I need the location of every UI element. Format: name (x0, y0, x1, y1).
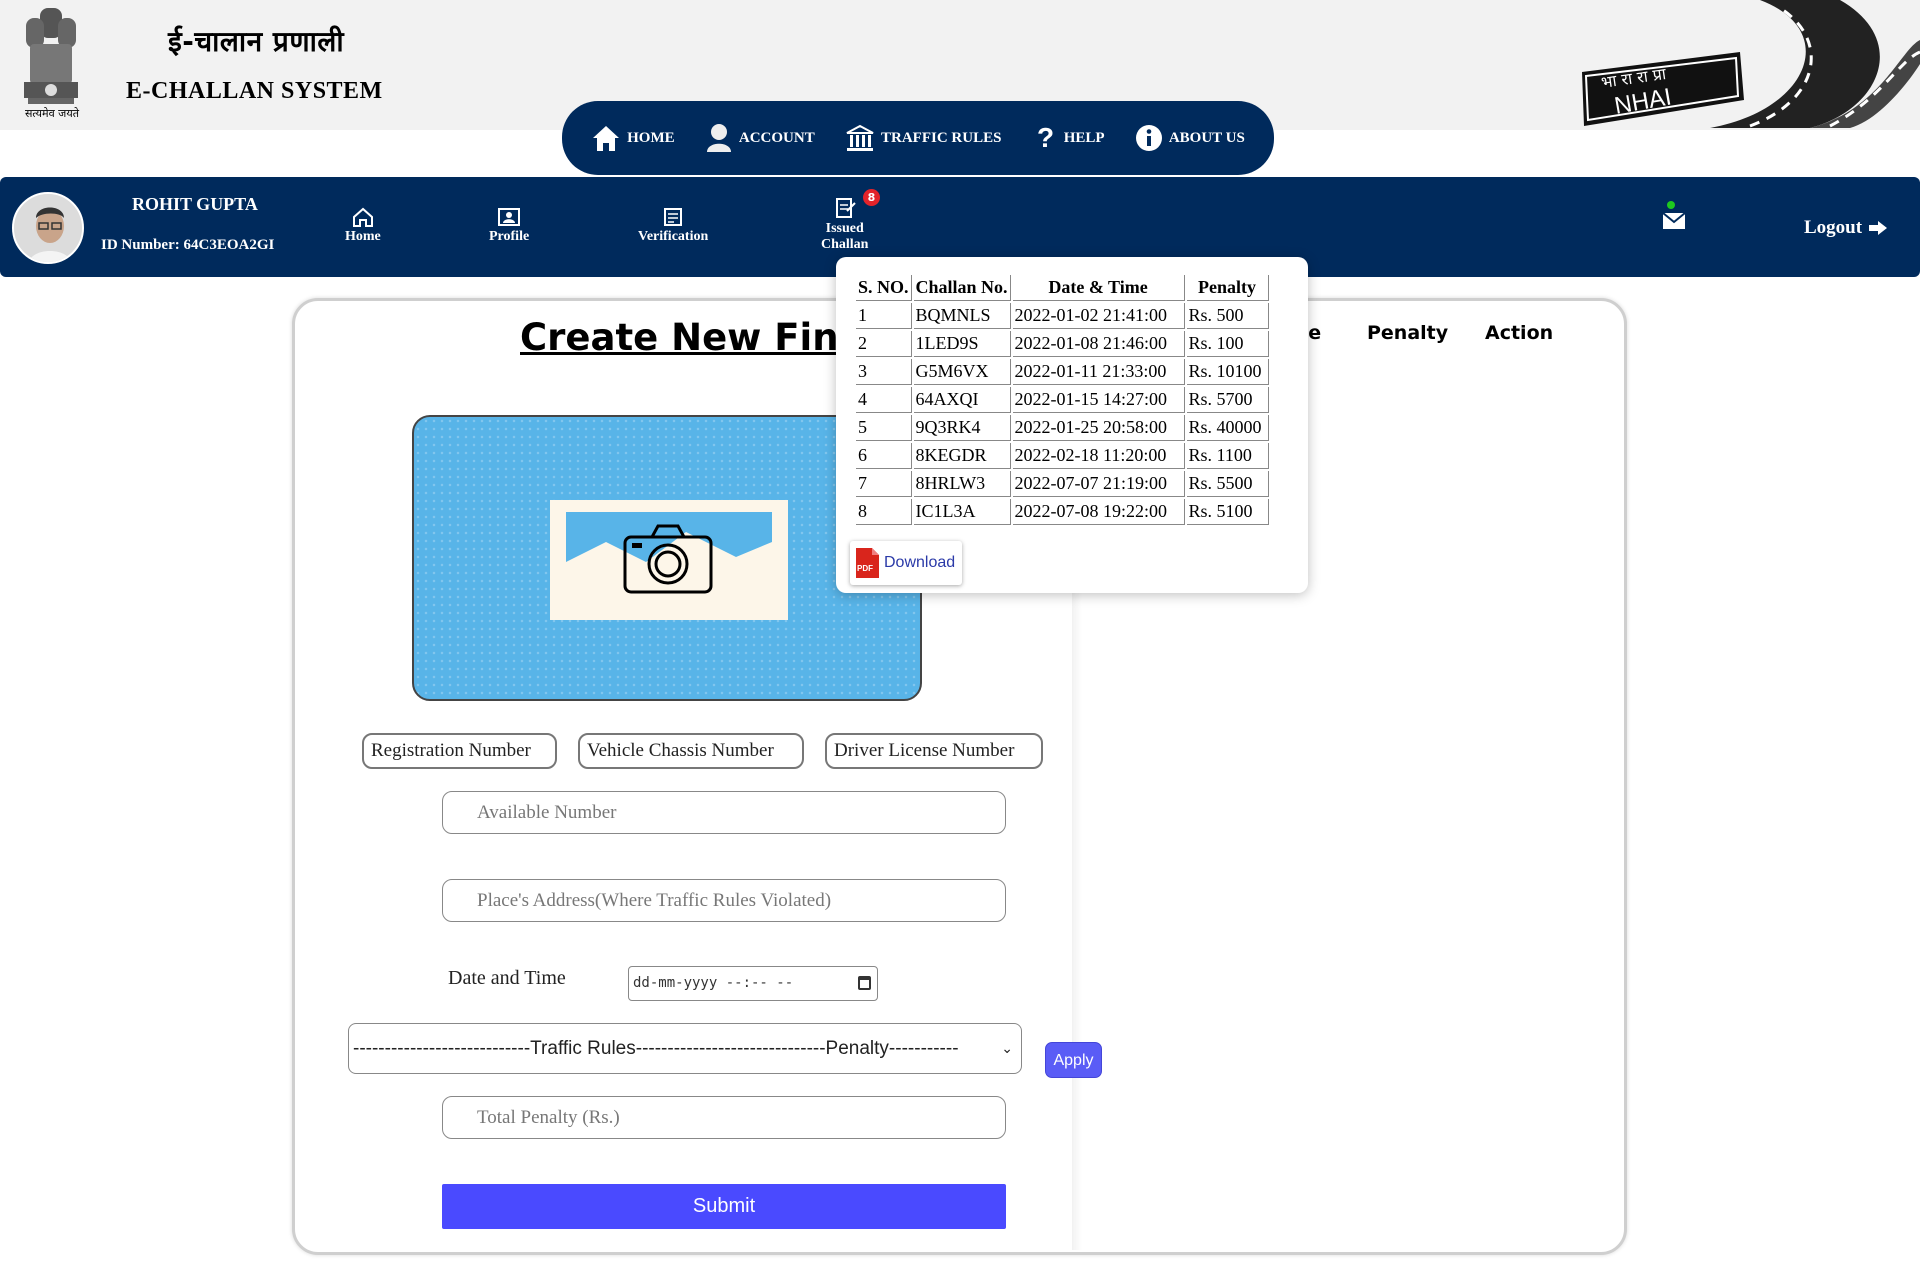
address-input[interactable]: Place's Address(Where Traffic Rules Viol… (442, 879, 1006, 922)
top-nav: HOME ACCOUNT TRAFFIC RULES ? HELP ABOUT … (562, 101, 1274, 175)
challan-count-badge: 8 (863, 189, 880, 206)
camera-icon (623, 524, 713, 594)
arrow-right-icon (1869, 221, 1888, 235)
avatar[interactable] (12, 192, 84, 264)
table-row: 3 G5M6VX 2022-01-11 21:33:00 Rs. 10100 (856, 359, 1269, 385)
top-nav-about-us[interactable]: ABOUT US (1135, 124, 1245, 152)
apply-button[interactable]: Apply (1045, 1042, 1102, 1078)
calendar-icon[interactable] (858, 976, 871, 990)
document-icon (664, 208, 683, 226)
table-row: 7 8HRLW3 2022-07-07 21:19:00 Rs. 5500 (856, 471, 1269, 497)
site-title: E-CHALLAN SYSTEM (126, 78, 383, 104)
registration-number-option[interactable]: Registration Number (362, 733, 557, 769)
driver-license-number-option[interactable]: Driver License Number (825, 733, 1043, 769)
challan-table-header: S. NO. Challan No. Date & Time Penalty (856, 275, 1269, 301)
col-date-time: Date & Time (1012, 275, 1185, 301)
nhai-logo: भा रा रा प्रा NHAI (1582, 0, 1920, 128)
table-row: 4 64AXQI 2022-01-15 14:27:00 Rs. 5700 (856, 387, 1269, 413)
national-emblem-icon (24, 8, 78, 104)
dash-nav-issued-challan[interactable]: 8 Issued Challan (821, 189, 880, 253)
info-icon (1135, 125, 1162, 151)
question-icon: ? (1037, 123, 1054, 153)
right-col-header-action: Action (1485, 322, 1554, 344)
form-title: Create New Fine (520, 316, 864, 359)
emblem-motto: सत्यमेव जयते (24, 107, 79, 120)
download-pdf-button[interactable]: PDF Download (850, 541, 962, 585)
home-icon (593, 126, 620, 151)
col-challan-no: Challan No. (913, 275, 1011, 301)
dash-nav-verification[interactable]: Verification (638, 207, 708, 245)
top-nav-help-label: HELP (1063, 129, 1105, 146)
user-photo-icon (14, 194, 82, 262)
col-sno: S. NO. (856, 275, 912, 301)
traffic-rules-select[interactable]: ----------------------------Traffic Rule… (348, 1023, 1022, 1074)
top-nav-help[interactable]: ? HELP (1032, 123, 1105, 153)
table-row: 5 9Q3RK4 2022-01-25 20:58:00 Rs. 40000 (856, 415, 1269, 441)
right-col-header-penalty: Penalty (1367, 322, 1449, 344)
dash-nav-home[interactable]: Home (345, 207, 381, 245)
vehicle-chassis-number-option[interactable]: Vehicle Chassis Number (578, 733, 804, 769)
top-nav-traffic-rules-label: TRAFFIC RULES (881, 129, 1002, 146)
top-nav-account[interactable]: ACCOUNT (705, 123, 815, 153)
total-penalty-input[interactable]: Total Penalty (Rs.) (442, 1096, 1006, 1139)
svg-text:PDF: PDF (857, 564, 873, 573)
table-row: 2 1LED9S 2022-01-08 21:46:00 Rs. 100 (856, 331, 1269, 357)
issued-challan-popup: S. NO. Challan No. Date & Time Penalty 1… (836, 257, 1308, 593)
download-label: Download (884, 554, 956, 571)
submit-button[interactable]: Submit (442, 1184, 1006, 1229)
available-number-input[interactable]: Available Number (442, 791, 1006, 834)
date-time-placeholder: dd-mm-yyyy --:-- -- (633, 975, 794, 991)
traffic-rules-select-value: ----------------------------Traffic Rule… (353, 1038, 959, 1059)
home-outline-icon (352, 207, 373, 227)
challan-table: S. NO. Challan No. Date & Time Penalty 1… (854, 273, 1271, 527)
table-row: 6 8KEGDR 2022-02-18 11:20:00 Rs. 1100 (856, 443, 1269, 469)
top-nav-account-label: ACCOUNT (738, 129, 815, 146)
dash-nav-profile-label: Profile (489, 229, 530, 244)
pdf-icon: PDF (856, 548, 879, 578)
col-penalty: Penalty (1186, 275, 1269, 301)
table-row: 1 BQMNLS 2022-01-02 21:41:00 Rs. 500 (856, 303, 1269, 329)
user-name: ROHIT GUPTA (132, 194, 258, 214)
top-nav-home[interactable]: HOME (591, 124, 675, 152)
table-row: 8 IC1L3A 2022-07-08 19:22:00 Rs. 5100 (856, 499, 1269, 525)
dash-nav-verification-label: Verification (638, 229, 709, 244)
dash-nav-profile[interactable]: Profile (489, 207, 529, 245)
dash-nav-issued-challan-label-1: Issued (825, 221, 864, 236)
chevron-down-icon: ⌄ (1001, 1040, 1013, 1056)
dash-nav-issued-challan-label-2: Challan (821, 237, 869, 252)
id-card-icon (498, 208, 521, 226)
date-time-label: Date and Time (448, 967, 566, 989)
challan-icon (835, 198, 856, 218)
mail-icon[interactable] (1662, 212, 1686, 230)
building-icon (846, 124, 874, 151)
logout-label: Logout (1804, 217, 1863, 238)
date-time-input[interactable]: dd-mm-yyyy --:-- -- (628, 966, 878, 1001)
logout-button[interactable]: Logout (1804, 217, 1888, 239)
svg-text:?: ? (1037, 123, 1054, 153)
user-id: ID Number: 64C3EOA2GI (101, 237, 275, 253)
top-nav-traffic-rules[interactable]: TRAFFIC RULES (845, 124, 1001, 152)
dash-nav-home-label: Home (345, 229, 381, 244)
top-nav-about-us-label: ABOUT US (1168, 129, 1245, 146)
online-status-dot (1667, 201, 1675, 209)
top-nav-home-label: HOME (627, 129, 675, 146)
user-icon (706, 124, 731, 152)
site-title-hindi: ई-चालान प्रणाली (168, 25, 345, 58)
